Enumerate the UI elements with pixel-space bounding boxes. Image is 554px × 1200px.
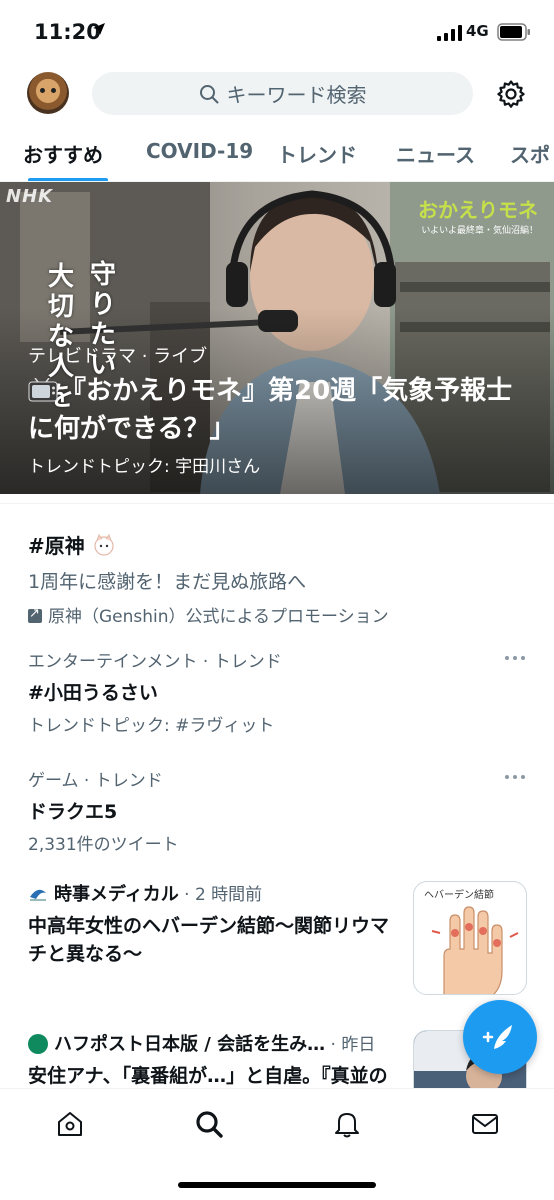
- hero-category: テレビドラマ · ライブ: [28, 346, 208, 367]
- tab-sports[interactable]: スポ: [510, 139, 550, 168]
- tab-news[interactable]: ニュース: [396, 139, 475, 168]
- program-logo: おかえりモネ いよいよ最終章・気仙沼編！: [398, 194, 538, 242]
- compose-tweet-button[interactable]: [463, 1000, 537, 1074]
- more-options-icon[interactable]: [504, 774, 526, 780]
- trend-context: ゲーム · トレンド: [28, 771, 163, 791]
- promoted-by: 原神（Genshin）公式によるプロモーション: [48, 607, 389, 627]
- hand-illustration: [431, 906, 519, 994]
- program-logo-tagline: いよいよ最終章・気仙沼編！: [421, 226, 538, 236]
- settings-gear-icon[interactable]: [496, 79, 526, 109]
- trend-description: 1周年に感謝を！まだ見ぬ旅路へ: [28, 571, 307, 593]
- mascot-emoji-icon: [94, 533, 114, 556]
- hero-headline: 『おかえりモネ』第20週「気象予報士に何ができる？」: [28, 372, 528, 448]
- battery-icon: [497, 23, 530, 41]
- television-icon: [28, 378, 58, 402]
- notifications-bell-icon[interactable]: [332, 1109, 362, 1139]
- more-options-icon[interactable]: [504, 655, 526, 661]
- compose-feather-icon: [482, 1025, 512, 1049]
- trend-item-promoted[interactable]: #原神 1周年に感謝を！まだ見ぬ旅路へ 原神（Genshin）公式によるプロモー…: [28, 530, 528, 627]
- explore-search-icon[interactable]: [194, 1109, 224, 1139]
- program-logo-title: おかえりモネ: [418, 198, 538, 222]
- thumbnail-caption: ヘバーデン結節: [424, 890, 494, 901]
- hero-watermark: NHK: [6, 186, 54, 207]
- tab-recommended[interactable]: おすすめ: [23, 139, 103, 168]
- search-icon: [199, 84, 218, 103]
- signal-bars-icon: [437, 25, 462, 41]
- home-icon[interactable]: [55, 1109, 85, 1139]
- trend-title: ドラクエ5: [28, 801, 118, 823]
- status-time: 11:20: [34, 20, 101, 44]
- trend-detail: トレンドトピック: #ラヴィット: [28, 716, 275, 736]
- location-arrow-icon: [93, 23, 105, 35]
- tab-trending[interactable]: トレンド: [277, 139, 357, 168]
- trend-item[interactable]: エンターテインメント · トレンド #小田うるさい トレンドトピック: #ラヴィ…: [28, 647, 528, 736]
- tab-covid19[interactable]: COVID-19: [146, 139, 253, 163]
- section-divider: [0, 503, 554, 504]
- news-title: 中高年女性のヘバーデン結節～関節リウマチと異なる～: [28, 915, 390, 965]
- trend-title: #原神: [28, 534, 85, 558]
- news-time: · 昨日: [330, 1035, 376, 1055]
- source-logo-icon: [30, 889, 46, 901]
- hero-event-card[interactable]: NHK 守りたい 大切な人を おかえりモネ いよいよ最終章・気仙沼編！ テレビド…: [0, 182, 554, 494]
- trend-item[interactable]: ゲーム · トレンド ドラクエ5 2,331件のツイート: [28, 766, 528, 855]
- hero-subtitle: トレンドトピック: 宇田川さん: [28, 457, 261, 477]
- hero-headline-text: 『おかえりモネ』第20週「気象予報士に何ができる？」: [28, 376, 513, 444]
- news-source: 時事メディカル: [54, 884, 179, 905]
- network-type: 4G: [466, 22, 489, 40]
- source-logo-icon: [28, 1034, 48, 1054]
- news-time: · 2 時間前: [184, 885, 263, 905]
- home-indicator: [178, 1182, 376, 1188]
- trend-title: #小田うるさい: [28, 682, 158, 704]
- news-source: ハフポスト日本版 / 会話を生み…: [54, 1034, 326, 1055]
- explore-tabs: おすすめ COVID-19 トレンド ニュース スポ: [0, 130, 554, 182]
- messages-envelope-icon[interactable]: [470, 1109, 500, 1139]
- status-bar: 11:20 4G: [0, 0, 554, 64]
- trend-context: エンターテインメント · トレンド: [28, 652, 282, 672]
- promoted-icon: [28, 606, 42, 623]
- news-thumbnail: ヘバーデン結節: [413, 881, 527, 995]
- search-input[interactable]: キーワード検索: [92, 72, 473, 115]
- search-placeholder: キーワード検索: [226, 83, 367, 107]
- profile-avatar[interactable]: [27, 72, 69, 114]
- trend-detail: 2,331件のツイート: [28, 835, 179, 855]
